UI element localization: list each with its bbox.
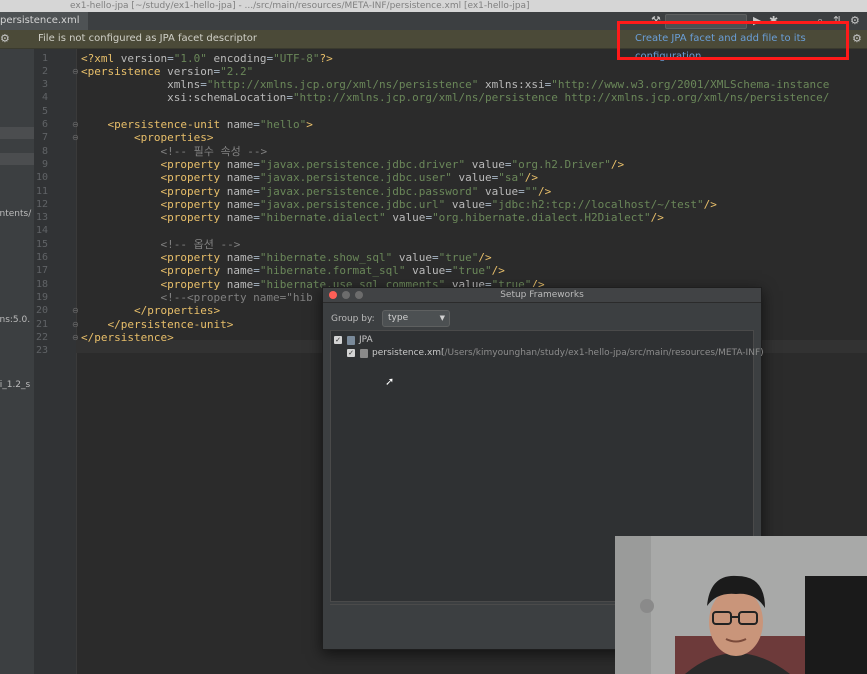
code-line[interactable]: <!-- 필수 속성 --> — [81, 145, 267, 158]
code-line[interactable]: <property name="hibernate.show_sql" valu… — [81, 251, 491, 264]
code-line[interactable]: <property name="hibernate.dialect" value… — [81, 211, 663, 224]
group-by-value: type — [388, 313, 409, 323]
fold-marker-icon[interactable]: ⊖ — [72, 304, 79, 317]
jpa-label: JPA — [359, 335, 373, 345]
line-number: 8 — [41, 145, 48, 157]
line-number: 2 — [41, 65, 48, 77]
window-title-bar: ex1-hello-jpa [~/study/ex1-hello-jpa] - … — [0, 0, 867, 12]
jpa-checkbox[interactable]: ✓ — [334, 336, 342, 344]
persistence-xml-path: (/Users/kimyounghan/study/ex1-hello-jpa/… — [441, 348, 764, 358]
line-number: 3 — [41, 79, 48, 91]
code-line[interactable]: <property name="javax.persistence.jdbc.u… — [81, 198, 716, 211]
banner-settings-icon[interactable]: ⚙ — [852, 30, 862, 48]
line-number: 4 — [41, 92, 48, 104]
project-tree-item[interactable]: ontents/ — [0, 208, 31, 220]
code-line[interactable]: </persistence> — [81, 331, 174, 344]
line-number: 12 — [35, 198, 48, 210]
code-line[interactable]: <property name="hibernate.format_sql" va… — [81, 264, 504, 277]
code-line[interactable]: <property name="javax.persistence.jdbc.p… — [81, 185, 551, 198]
chevron-down-icon: ▼ — [439, 314, 445, 322]
code-line[interactable]: </persistence-unit> — [81, 318, 234, 331]
line-number: 14 — [35, 225, 48, 237]
mouse-pointer-icon: ➚ — [385, 375, 395, 388]
project-tree-selection — [0, 153, 34, 165]
code-line[interactable]: <property name="javax.persistence.jdbc.u… — [81, 171, 538, 184]
line-number: 16 — [35, 252, 48, 263]
persistence-xml-label: persistence.xml — [372, 348, 444, 358]
gear-icon[interactable]: ⚙ — [0, 30, 10, 48]
zoom-window-icon[interactable] — [355, 291, 363, 299]
minimize-window-icon[interactable] — [342, 291, 350, 299]
code-line[interactable]: <persistence-unit name="hello"> — [81, 118, 313, 131]
line-number: 5 — [41, 105, 48, 117]
persistence-xml-checkbox[interactable]: ✓ — [347, 349, 355, 357]
group-by-select[interactable]: type ▼ — [382, 310, 450, 327]
dialog-title: Setup Frameworks — [323, 288, 761, 303]
code-line[interactable]: <?xml version="1.0" encoding="UTF-8"?> — [81, 52, 333, 65]
group-by-label: Group by: — [331, 314, 375, 324]
line-number: 20 — [35, 305, 48, 317]
line-number: 21 — [35, 318, 48, 330]
line-number: 6 — [41, 119, 48, 130]
jpa-facet-icon — [347, 336, 355, 345]
presenter-video-image — [615, 536, 867, 674]
line-number: 13 — [35, 212, 48, 224]
line-number: 17 — [35, 265, 48, 277]
fold-marker-icon[interactable]: ⊖ — [72, 65, 79, 78]
fold-marker-icon[interactable]: ⊖ — [72, 318, 79, 331]
fold-marker-icon[interactable]: ⊖ — [72, 131, 79, 144]
code-line[interactable]: <persistence version="2.2" — [81, 65, 253, 78]
line-number: 10 — [35, 172, 48, 184]
line-number: 15 — [35, 238, 48, 250]
line-number-gutter: 1 2 3 4 5 6 7 8 9 10 11 12 13 14 15 16 17 18 19 20 21 22 23 ⊖ ⊖ ⊖… — [34, 49, 79, 674]
fold-marker-icon[interactable]: ⊖ — [72, 118, 79, 131]
line-number: 18 — [35, 278, 48, 290]
tab-persistence-xml[interactable]: persistence.xml — [0, 12, 88, 30]
line-number: 1 — [41, 52, 48, 64]
code-line[interactable]: <property name="javax.persistence.jdbc.d… — [81, 158, 624, 171]
project-tree-item[interactable]: ons:5.0. — [0, 314, 30, 326]
xml-file-icon — [360, 349, 368, 358]
project-tool-window: ontents/ ons:5.0. pi_1.2_s — [0, 49, 34, 674]
code-line[interactable]: </properties> — [81, 304, 220, 317]
window-title: ex1-hello-jpa [~/study/ex1-hello-jpa] - … — [70, 1, 530, 11]
presenter-webcam-overlay — [615, 536, 867, 674]
line-number: 7 — [41, 132, 48, 144]
line-number: 19 — [35, 291, 48, 303]
line-number: 9 — [41, 158, 48, 170]
code-line[interactable]: xmlns="http://xmlns.jcp.org/xml/ns/persi… — [81, 78, 829, 91]
banner-message: File is not configured as JPA facet desc… — [38, 33, 258, 44]
code-line[interactable]: xsi:schemaLocation="http://xmlns.jcp.org… — [81, 91, 829, 104]
line-number: 11 — [35, 185, 48, 197]
line-number: 23 — [35, 345, 48, 357]
code-line[interactable]: <!--<property name="hib — [81, 291, 312, 304]
code-line[interactable]: <properties> — [81, 131, 213, 144]
line-number: 22 — [35, 331, 48, 343]
project-tree-selection — [0, 127, 34, 139]
code-line[interactable]: <!-- 옵션 --> — [81, 238, 240, 251]
close-window-icon[interactable] — [329, 291, 337, 299]
settings-icon[interactable]: ⚙ — [850, 14, 860, 28]
project-tree-item[interactable]: pi_1.2_s — [0, 379, 30, 391]
